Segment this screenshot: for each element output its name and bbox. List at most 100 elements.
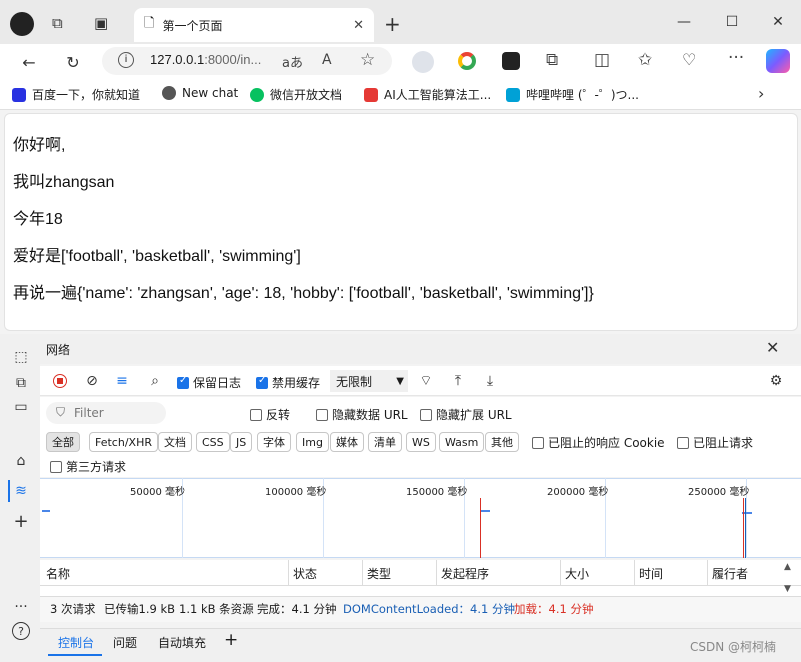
export-har-icon[interactable]: ⤓ [480, 371, 500, 391]
scroll-down-icon[interactable]: ▼ [784, 584, 791, 594]
bookmark-wechat-docs[interactable]: 微信开放文档 [250, 86, 342, 103]
favorite-star-icon[interactable]: ☆ [360, 50, 375, 70]
text-size-icon[interactable]: A [322, 52, 332, 68]
preserve-log-checkbox[interactable]: 保留日志 [177, 374, 241, 391]
help-icon[interactable]: ? [12, 622, 30, 640]
network-wifi-icon[interactable]: ≋ [10, 480, 32, 502]
active-tab-underline [48, 654, 102, 656]
name-text: 我叫zhangsan [13, 174, 115, 191]
extension-icon[interactable] [412, 51, 434, 73]
close-tab-icon[interactable]: ✕ [353, 18, 364, 33]
blocked-cookies-label: 已阻止的响应 Cookie [548, 436, 665, 450]
tab-issues[interactable]: 问题 [113, 634, 137, 651]
checkbox [420, 408, 432, 421]
chrome-extension-icon[interactable] [458, 52, 476, 70]
column-size[interactable]: 大小 [565, 565, 589, 582]
search-icon[interactable]: ⌕ [145, 371, 165, 391]
hide-data-url-checkbox[interactable]: 隐藏数据 URL [316, 406, 408, 423]
browser-essentials-icon[interactable]: ♡ [682, 50, 696, 69]
close-window-icon[interactable]: ✕ [764, 12, 792, 32]
more-icon[interactable]: ··· [728, 48, 744, 68]
chatgpt-icon [162, 86, 176, 100]
column-divider [288, 560, 289, 586]
refresh-icon[interactable]: ↻ [60, 49, 86, 75]
profile-avatar[interactable] [10, 12, 34, 36]
checkbox [50, 460, 62, 473]
panel-title: 网络 [46, 343, 71, 357]
clear-icon[interactable]: ⊘ [82, 371, 102, 391]
column-type[interactable]: 类型 [367, 565, 391, 582]
type-all[interactable]: 全部 [46, 432, 80, 452]
tab-actions-icon[interactable]: ▣ [94, 14, 108, 32]
blocked-cookies-checkbox[interactable]: 已阻止的响应 Cookie [532, 434, 665, 451]
column-divider [707, 560, 708, 586]
dock-icon[interactable]: ▭ [10, 396, 32, 418]
tampermonkey-icon[interactable] [502, 52, 520, 70]
column-fulfilled-by[interactable]: 履行者 [712, 565, 748, 582]
column-status[interactable]: 状态 [293, 565, 317, 582]
back-icon[interactable]: ← [16, 49, 42, 75]
new-tab-icon[interactable]: + [384, 12, 401, 36]
extensions-icon[interactable]: ⧉ [546, 50, 558, 70]
hide-ext-url-checkbox[interactable]: 隐藏扩展 URL [420, 406, 512, 423]
network-conditions-icon[interactable]: ⌔ [416, 371, 436, 391]
browser-tab[interactable]: 🗋 第一个页面 ✕ [134, 8, 374, 42]
third-party-checkbox[interactable]: 第三方请求 [50, 458, 126, 475]
copilot-icon[interactable] [766, 49, 790, 73]
more-tools-icon[interactable]: ··· [10, 596, 32, 618]
type-manifest[interactable]: 清单 [368, 432, 402, 452]
type-font[interactable]: 字体 [257, 432, 291, 452]
resource-size: 1.1 kB 条资源 [179, 602, 254, 616]
tab-console[interactable]: 控制台 [58, 634, 94, 651]
settings-gear-icon[interactable]: ⚙ [766, 371, 786, 391]
read-aloud-icon[interactable]: aあ [282, 52, 303, 71]
bookmark-baidu[interactable]: 百度一下，你就知道 [12, 86, 140, 103]
type-img[interactable]: Img [296, 432, 329, 452]
column-time[interactable]: 时间 [639, 565, 663, 582]
bookmark-bilibili[interactable]: 哔哩哔哩 (゜-゜)つ... [506, 86, 639, 103]
type-wasm[interactable]: Wasm [439, 432, 485, 452]
disable-cache-checkbox[interactable]: 禁用缓存 [256, 374, 320, 391]
import-har-icon[interactable]: ⤒ [448, 371, 468, 391]
type-media[interactable]: 媒体 [330, 432, 364, 452]
blocked-requests-checkbox[interactable]: 已阻止请求 [677, 434, 753, 451]
throttle-select[interactable]: 无限制 ▼ [330, 370, 408, 392]
type-doc[interactable]: 文档 [158, 432, 192, 452]
inspect-element-icon[interactable]: ⬚ [10, 346, 32, 368]
checkbox [250, 408, 262, 421]
bookmark-new-chat[interactable]: New chat [162, 86, 238, 100]
type-js[interactable]: JS [230, 432, 253, 452]
hobby-text: 爱好是['football', 'basketball', 'swimming'… [13, 248, 301, 265]
table-body[interactable] [40, 586, 801, 596]
type-fetch-xhr[interactable]: Fetch/XHR [89, 432, 158, 452]
device-emulation-icon[interactable]: ⧉ [10, 372, 32, 394]
close-devtools-icon[interactable]: ✕ [766, 338, 779, 357]
welcome-home-icon[interactable]: ⌂ [10, 450, 32, 472]
hide-data-url-label: 隐藏数据 URL [332, 408, 408, 422]
type-other[interactable]: 其他 [485, 432, 519, 452]
workspaces-icon[interactable]: ⧉ [52, 14, 63, 32]
add-drawer-tab-icon[interactable]: + [224, 630, 238, 650]
filter-settings-icon[interactable]: ≡ [112, 371, 132, 391]
url-text[interactable]: 127.0.0.1:8000/in... [150, 52, 261, 67]
column-name[interactable]: 名称 [46, 565, 70, 582]
add-tool-icon[interactable]: + [10, 510, 32, 532]
column-divider [560, 560, 561, 586]
type-ws[interactable]: WS [406, 432, 436, 452]
maximize-icon[interactable]: ☐ [718, 12, 746, 32]
invert-checkbox[interactable]: 反转 [250, 406, 290, 423]
info-icon[interactable]: i [118, 52, 134, 68]
record-icon[interactable] [50, 371, 70, 391]
checkbox [677, 436, 689, 449]
bookmark-ai-algorithms[interactable]: AI人工智能算法工... [364, 86, 491, 103]
column-initiator[interactable]: 发起程序 [441, 565, 489, 582]
favorites-icon[interactable]: ✩ [638, 50, 652, 70]
tab-autofill[interactable]: 自动填充 [158, 634, 206, 651]
scroll-up-icon[interactable]: ▲ [784, 562, 791, 572]
flame-icon [364, 87, 378, 102]
chevron-right-icon[interactable]: › [758, 84, 764, 103]
split-screen-icon[interactable]: ◫ [594, 50, 610, 70]
filter-placeholder: Filter [74, 406, 104, 420]
type-css[interactable]: CSS [196, 432, 230, 452]
minimize-icon[interactable]: — [670, 12, 698, 32]
